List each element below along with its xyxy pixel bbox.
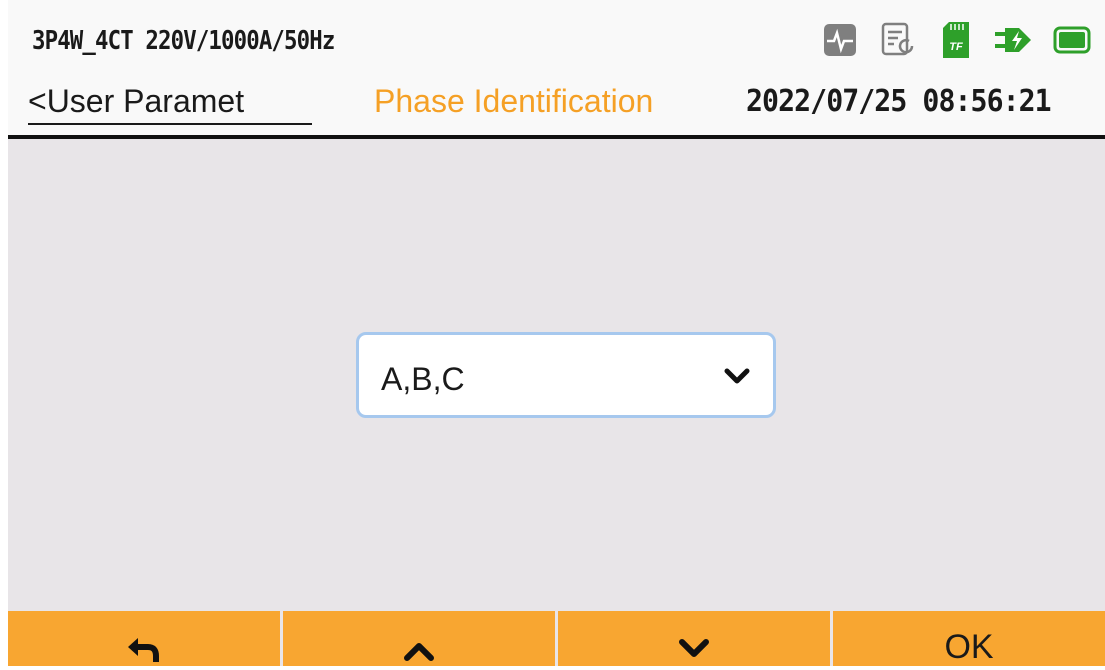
chevron-down-icon[interactable] xyxy=(723,362,751,395)
top-bar: 3P4W_4CT 220V/1000A/50Hz TF <User Parame… xyxy=(8,0,1105,139)
phase-select-value: A,B,C xyxy=(381,361,465,397)
status-icons: TF xyxy=(821,22,1091,58)
return-arrow-icon xyxy=(128,637,159,662)
datetime: 2022/07/25 08:56:21 xyxy=(746,84,1052,119)
page-title: Phase Identification xyxy=(374,83,654,119)
battery-icon[interactable] xyxy=(1053,22,1091,58)
back-link[interactable]: <User Paramet xyxy=(28,82,312,125)
app-screen: 3P4W_4CT 220V/1000A/50Hz TF <User Parame… xyxy=(8,0,1105,666)
ok-button[interactable]: OK xyxy=(833,611,1105,666)
footer-bar: OK xyxy=(8,611,1105,666)
back-button[interactable] xyxy=(8,611,283,666)
ok-button-label: OK xyxy=(944,628,994,666)
wiring-config-label: 3P4W_4CT 220V/1000A/50Hz xyxy=(32,26,335,56)
up-button[interactable] xyxy=(283,611,558,666)
tf-card-icon[interactable]: TF xyxy=(937,22,975,58)
phase-select[interactable]: A,B,C xyxy=(356,332,776,418)
content-area: A,B,C xyxy=(8,139,1105,611)
power-plug-icon[interactable] xyxy=(995,22,1033,58)
svg-text:TF: TF xyxy=(949,41,963,53)
chevron-down-icon xyxy=(679,638,709,657)
down-button[interactable] xyxy=(558,611,833,666)
waveform-icon[interactable] xyxy=(821,22,859,58)
chevron-up-icon xyxy=(404,642,434,661)
record-icon[interactable] xyxy=(879,22,917,58)
